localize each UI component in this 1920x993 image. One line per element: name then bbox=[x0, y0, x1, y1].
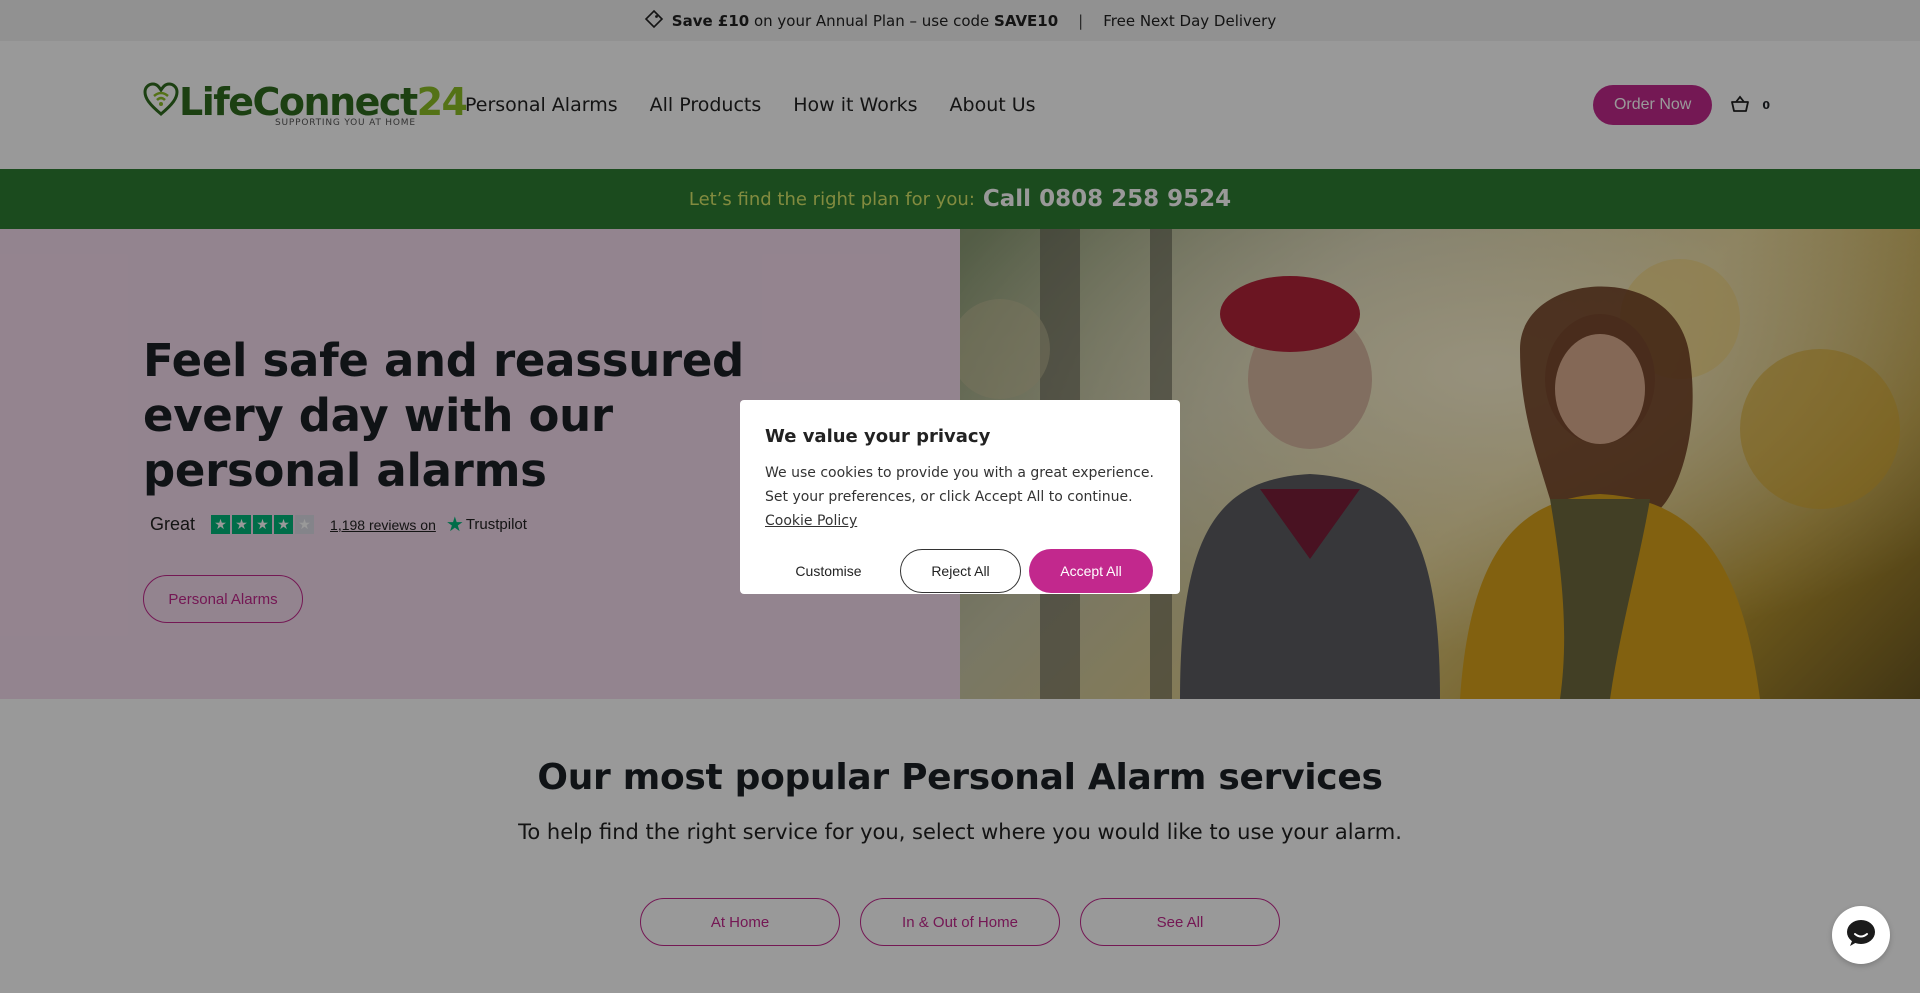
cookie-policy-link[interactable]: Cookie Policy bbox=[765, 513, 857, 529]
cookie-title: We value your privacy bbox=[765, 426, 991, 447]
cookie-consent-dialog: We value your privacy We use cookies to … bbox=[740, 400, 1180, 594]
cookie-actions: Customise Reject All Accept All bbox=[765, 549, 1155, 593]
chat-icon bbox=[1846, 919, 1876, 951]
cookie-message: We use cookies to provide you with a gre… bbox=[765, 465, 1154, 529]
accept-all-button[interactable]: Accept All bbox=[1029, 549, 1153, 593]
chat-launcher-button[interactable] bbox=[1832, 906, 1890, 964]
customise-button[interactable]: Customise bbox=[765, 549, 892, 593]
reject-all-button[interactable]: Reject All bbox=[900, 549, 1021, 593]
